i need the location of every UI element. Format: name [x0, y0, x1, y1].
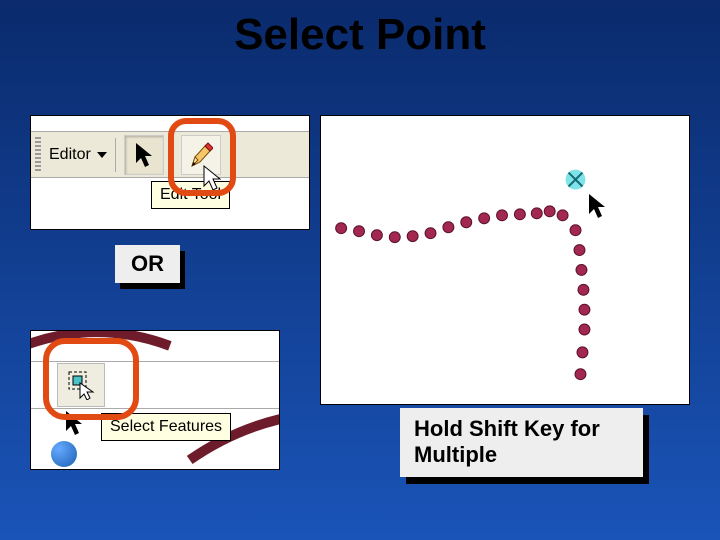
map-point[interactable]	[497, 210, 508, 221]
map-canvas	[321, 116, 689, 404]
map-point[interactable]	[461, 217, 472, 228]
toolbar-grip	[35, 137, 41, 173]
slide: Select Point Editor	[0, 0, 720, 540]
sketch-tool-button[interactable]	[181, 135, 221, 175]
map-point[interactable]	[479, 213, 490, 224]
slide-title: Select Point	[0, 10, 720, 60]
map-point[interactable]	[443, 222, 454, 233]
map-point[interactable]	[577, 347, 588, 358]
shift-key-note: Hold Shift Key for Multiple	[400, 408, 643, 477]
map-point[interactable]	[389, 232, 400, 243]
select-features-icon	[67, 370, 95, 400]
map-point[interactable]	[407, 231, 418, 242]
editor-toolbar: Editor	[31, 131, 309, 178]
map-point[interactable]	[544, 206, 555, 217]
pencil-icon	[189, 140, 213, 170]
toolbar-separator	[115, 138, 116, 172]
tools-toolbar	[31, 361, 279, 409]
map-point[interactable]	[557, 210, 568, 221]
map-point[interactable]	[336, 223, 347, 234]
select-features-screenshot: Select Features	[30, 330, 280, 470]
map-view[interactable]	[320, 115, 690, 405]
arrow-cursor-icon	[133, 141, 155, 169]
toolbar-separator	[172, 138, 173, 172]
chevron-down-icon	[97, 152, 107, 158]
map-point[interactable]	[371, 230, 382, 241]
select-features-button[interactable]	[57, 363, 105, 407]
map-point[interactable]	[531, 208, 542, 219]
editor-menu[interactable]: Editor	[49, 146, 107, 164]
select-features-tooltip: Select Features	[101, 413, 231, 441]
map-point[interactable]	[578, 284, 589, 295]
or-label: OR	[115, 245, 180, 283]
editor-toolbar-screenshot: Editor Edit Tool	[30, 115, 310, 230]
map-point[interactable]	[570, 225, 581, 236]
map-point[interactable]	[425, 228, 436, 239]
map-point[interactable]	[574, 245, 585, 256]
edit-tool-button[interactable]	[124, 135, 164, 175]
map-point[interactable]	[354, 226, 365, 237]
editor-menu-label: Editor	[49, 146, 91, 164]
map-point[interactable]	[575, 369, 586, 380]
identify-tool-button[interactable]	[51, 441, 77, 467]
map-point[interactable]	[514, 209, 525, 220]
map-point[interactable]	[576, 264, 587, 275]
map-point[interactable]	[579, 304, 590, 315]
edit-tool-tooltip: Edit Tool	[151, 181, 230, 209]
map-point[interactable]	[579, 324, 590, 335]
